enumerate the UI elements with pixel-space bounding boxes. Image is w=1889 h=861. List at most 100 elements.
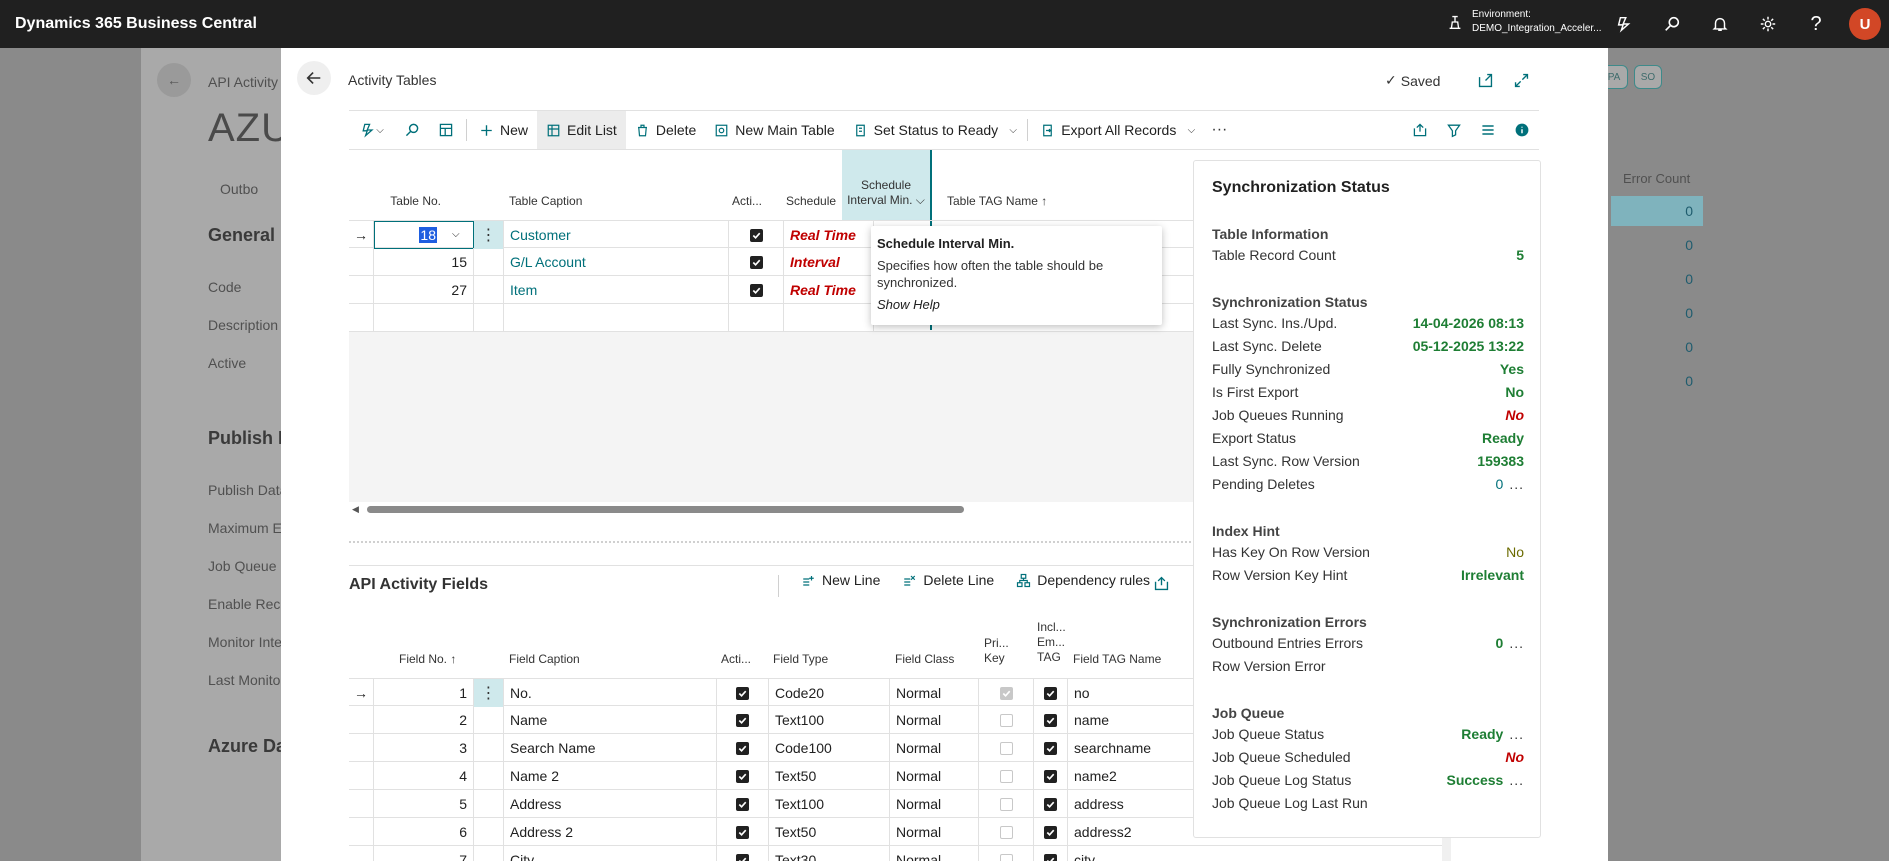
field-type-cell[interactable]: Code100 [769,734,890,762]
row-menu-button[interactable] [474,248,504,276]
scrollbar-thumb[interactable] [367,506,964,513]
include-tag-checkbox[interactable] [1034,818,1068,846]
primary-key-checkbox[interactable] [979,679,1034,707]
field-class-cell[interactable]: Normal [890,706,979,734]
delete-button[interactable]: Delete [626,111,705,149]
share-icon[interactable] [1403,111,1437,149]
active-checkbox[interactable] [729,276,784,304]
fact-value[interactable]: 0 ... [1496,635,1524,651]
row-menu-button[interactable] [474,706,504,734]
table-caption-cell[interactable]: Item [504,276,729,304]
row-menu-button[interactable] [474,276,504,304]
field-no-cell[interactable]: 6 [374,818,474,846]
new-main-table-button[interactable]: New Main Table [705,111,843,149]
table-row[interactable]: 7 City Text30 Normal city [349,846,1447,861]
row-selector[interactable] [349,818,374,846]
table-caption-cell[interactable]: Customer [504,221,729,249]
field-tag-name-cell[interactable]: city [1068,846,1154,861]
field-no-cell[interactable]: 1 [374,679,474,707]
ellipsis-button[interactable]: ... [1509,726,1524,742]
field-tag-name-cell[interactable]: name2 [1068,762,1154,790]
active-checkbox[interactable] [717,679,769,707]
row-selector[interactable] [349,276,374,304]
active-checkbox[interactable] [717,762,769,790]
field-type-cell[interactable]: Text50 [769,762,890,790]
column-header-include-tag[interactable]: Incl... Em... TAG [1037,620,1066,665]
field-caption-cell[interactable]: Name 2 [504,762,717,790]
field-class-cell[interactable]: Normal [890,818,979,846]
column-header-schedule-interval[interactable]: Schedule Interval Min. ⌵ [842,178,930,208]
fields-part-title[interactable]: API Activity Fields [349,576,488,594]
info-icon[interactable] [1505,111,1539,149]
active-checkbox[interactable] [717,790,769,818]
schedule-cell[interactable]: Real Time [784,276,874,304]
row-menu-button[interactable] [474,790,504,818]
table-no-cell[interactable]: 27 [374,276,474,304]
field-tag-name-cell[interactable]: name [1068,706,1154,734]
column-header-active[interactable]: Acti... [732,194,762,209]
include-tag-checkbox[interactable] [1034,679,1068,707]
more-actions-button[interactable]: ··· [1202,111,1236,149]
show-help-link[interactable]: Show Help [877,297,1156,312]
field-class-cell[interactable]: Normal [890,762,979,790]
row-menu-button[interactable] [474,818,504,846]
column-header-active[interactable]: Acti... [721,652,751,667]
field-no-cell[interactable]: 5 [374,790,474,818]
table-no-value[interactable]: 18 [419,227,437,243]
gear-icon[interactable] [1756,12,1780,36]
schedule-cell[interactable]: Real Time [784,221,874,249]
ellipsis-button[interactable]: ... [1509,772,1524,788]
row-menu-button[interactable] [474,734,504,762]
primary-key-checkbox[interactable] [979,818,1034,846]
field-tag-name-cell[interactable]: searchname [1068,734,1154,762]
row-menu-button[interactable] [474,846,504,861]
include-tag-checkbox[interactable] [1034,790,1068,818]
row-selector[interactable] [349,846,374,861]
field-caption-cell[interactable]: City [504,846,717,861]
row-selector[interactable] [349,790,374,818]
chevron-down-icon[interactable]: ⌵ [452,229,460,240]
active-checkbox[interactable] [729,248,784,276]
row-selector[interactable] [349,304,374,332]
field-caption-cell[interactable]: Search Name [504,734,717,762]
column-header-tag-name[interactable]: Table TAG Name ↑ [947,194,1047,209]
fact-value[interactable]: 0 ... [1496,476,1524,492]
field-caption-cell[interactable]: Name [504,706,717,734]
field-tag-name-cell[interactable]: no [1068,679,1154,707]
layout-icon[interactable] [429,111,463,149]
set-status-ready-button[interactable]: Set Status to Ready [844,111,1003,149]
delete-line-button[interactable]: Delete Line [902,572,994,588]
field-class-cell[interactable]: Normal [890,734,979,762]
field-caption-cell[interactable]: No. [504,679,717,707]
column-header-field-caption[interactable]: Field Caption [509,652,580,667]
ellipsis-button[interactable]: ... [1509,635,1524,651]
field-caption-cell[interactable]: Address 2 [504,818,717,846]
row-selector[interactable] [349,248,374,276]
fact-value[interactable]: Ready ... [1461,726,1524,742]
bell-icon[interactable] [1708,12,1732,36]
field-type-cell[interactable]: Text100 [769,790,890,818]
field-tag-name-cell[interactable]: address [1068,790,1154,818]
field-caption-cell[interactable]: Address [504,790,717,818]
row-menu-button[interactable] [474,762,504,790]
active-checkbox[interactable] [717,818,769,846]
field-type-cell[interactable]: Text100 [769,706,890,734]
ellipsis-button[interactable]: ... [1509,476,1524,492]
field-class-cell[interactable]: Normal [890,846,979,861]
field-no-cell[interactable]: 2 [374,706,474,734]
edit-list-button[interactable]: Edit List [537,111,626,149]
avatar[interactable]: U [1849,8,1881,40]
row-menu-button[interactable]: ⋮ [474,221,504,249]
table-caption-cell[interactable] [504,304,729,332]
expand-icon[interactable] [1509,68,1533,92]
open-new-window-icon[interactable] [1473,68,1497,92]
filter-icon[interactable] [1437,111,1471,149]
active-checkbox[interactable] [729,221,784,249]
export-dropdown[interactable]: ⌵ [1180,111,1202,149]
share-icon[interactable] [1149,571,1173,595]
field-class-cell[interactable]: Normal [890,790,979,818]
field-type-cell[interactable]: Code20 [769,679,890,707]
new-line-button[interactable]: New Line [801,572,880,588]
active-cell[interactable] [729,304,784,332]
table-no-cell[interactable] [374,304,474,332]
